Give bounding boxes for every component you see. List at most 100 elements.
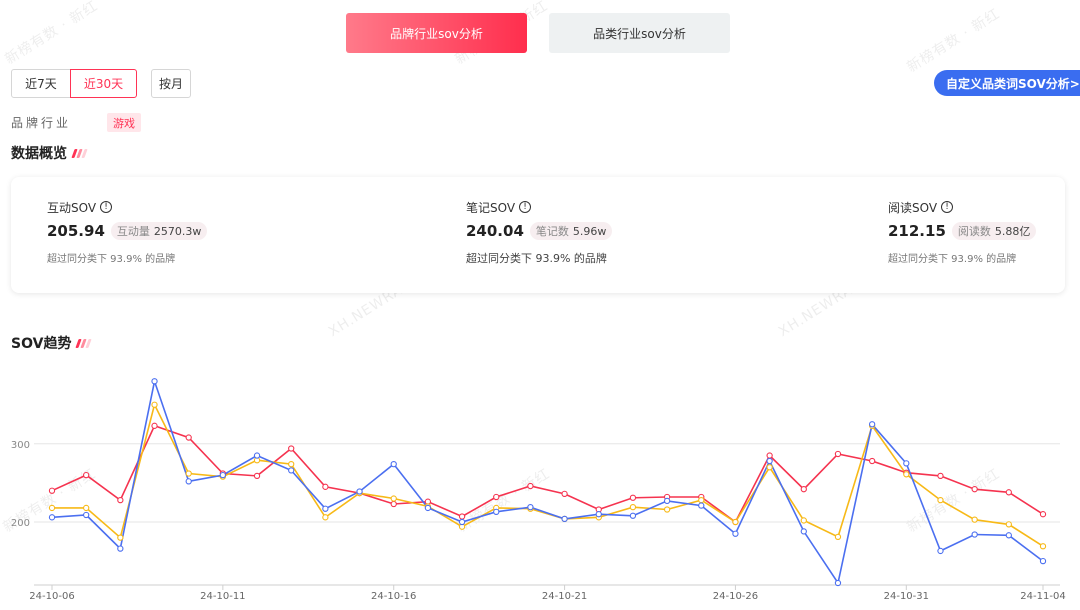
range-monthly-button[interactable]: 按月 — [151, 69, 191, 98]
range-30-days-button[interactable]: 近30天 — [70, 69, 137, 98]
data-point-series-1 — [458, 513, 466, 520]
title-decoration-icon — [75, 338, 93, 348]
data-point-series-3 — [800, 528, 807, 535]
data-point-series-1 — [48, 487, 56, 494]
data-point-series-3 — [834, 579, 842, 587]
data-point-series-3 — [185, 478, 192, 485]
metric-badge: 阅读数 5.88亿 — [951, 222, 1037, 240]
data-point-series-2 — [800, 517, 807, 524]
trend-title-text: SOV趋势 — [11, 336, 72, 352]
data-point-series-3 — [561, 515, 568, 523]
data-point-series-1 — [629, 494, 637, 501]
data-point-series-3 — [937, 547, 944, 555]
info-icon[interactable]: ! — [941, 201, 954, 213]
data-point-series-1 — [390, 500, 397, 508]
data-point-series-3 — [698, 502, 705, 509]
tab-category-industry-sov[interactable]: 品类行业sov分析 — [549, 13, 730, 53]
data-point-series-3 — [527, 504, 534, 511]
info-icon[interactable]: ! — [100, 201, 113, 213]
data-point-series-2 — [971, 516, 978, 523]
data-point-series-3 — [732, 530, 739, 537]
x-tick-label: 24-10-31 — [884, 591, 929, 602]
series-line-3 — [51, 378, 1044, 586]
badge-label: 阅读数 — [957, 225, 991, 238]
data-point-series-3 — [458, 518, 466, 526]
data-point-series-1 — [1039, 511, 1047, 518]
y-tick-label: 300 — [11, 440, 30, 451]
analysis-tabs: 品牌行业sov分析 品类行业sov分析 — [346, 13, 730, 53]
data-point-series-3 — [629, 512, 637, 519]
trend-section-title: SOV趋势 — [11, 333, 93, 353]
metric-badge: 互动量 2570.3w — [110, 222, 208, 240]
data-point-series-2 — [83, 504, 90, 512]
data-point-series-2 — [698, 496, 705, 504]
badge-value: 5.88亿 — [994, 225, 1031, 238]
metric-interaction-sov: 互动SOV ! 205.94 互动量 2570.3w 超过同分类下 93.9% … — [47, 199, 208, 265]
data-point-series-1 — [83, 471, 90, 479]
data-point-series-3 — [663, 497, 671, 505]
watermark: 新榜有数 · 新红 — [2, 0, 102, 68]
data-point-series-1 — [971, 486, 978, 493]
metric-badge: 笔记数 5.96w — [529, 222, 613, 240]
x-tick-label: 24-10-11 — [200, 591, 245, 602]
data-point-series-3 — [1039, 557, 1047, 565]
metric-notes-sov: 笔记SOV ! 240.04 笔记数 5.96w 超过同分类下 93.9% 的品… — [466, 199, 613, 266]
data-point-series-3 — [288, 467, 295, 474]
badge-value: 5.96w — [572, 224, 607, 238]
badge-value: 2570.3w — [153, 224, 202, 238]
metric-title: 笔记SOV — [466, 200, 516, 215]
data-point-series-1 — [185, 434, 192, 441]
data-point-series-1 — [834, 450, 842, 458]
data-point-series-3 — [219, 471, 227, 479]
metric-title: 阅读SOV — [888, 200, 938, 215]
info-icon[interactable]: ! — [519, 201, 532, 213]
data-point-series-2 — [151, 401, 158, 408]
overview-title-text: 数据概览 — [11, 146, 67, 162]
data-point-series-1 — [868, 457, 876, 465]
data-point-series-3 — [390, 460, 397, 468]
data-point-series-2 — [390, 495, 397, 502]
data-point-series-3 — [253, 452, 261, 459]
data-point-series-3 — [356, 488, 363, 495]
data-point-series-1 — [288, 445, 295, 452]
overview-section-title: 数据概览 — [11, 143, 88, 163]
data-point-series-3 — [83, 511, 90, 519]
metric-footnote: 超过同分类下 93.9% 的品牌 — [888, 254, 1017, 265]
x-tick-label: 24-10-06 — [29, 591, 74, 602]
data-point-series-1 — [322, 483, 329, 490]
metric-footnote: 超过同分类下 93.9% 的品牌 — [47, 254, 176, 265]
industry-label: 品牌行业 — [11, 116, 72, 130]
tab-brand-industry-sov[interactable]: 品牌行业sov分析 — [346, 13, 527, 53]
sov-trend-chart[interactable]: 200 300 24-10-06 24-10-11 24-10-16 24-10-21 24… — [0, 355, 1080, 610]
metric-value: 240.04 — [466, 222, 524, 240]
data-point-series-3 — [48, 514, 56, 521]
series-line-2 — [52, 402, 1044, 547]
data-point-series-1 — [561, 490, 568, 498]
data-point-series-2 — [629, 504, 637, 511]
x-tick-label: 24-10-16 — [371, 591, 416, 602]
data-point-series-1 — [253, 472, 261, 480]
watermark: 新榜有数 · 新红 — [904, 5, 1004, 76]
data-point-series-2 — [48, 504, 56, 512]
data-point-series-3 — [322, 505, 329, 512]
range-7-days-button[interactable]: 近7天 — [11, 69, 71, 98]
data-point-series-2 — [663, 506, 671, 513]
overview-card: 互动SOV ! 205.94 互动量 2570.3w 超过同分类下 93.9% … — [11, 177, 1065, 293]
data-point-series-1 — [151, 422, 158, 429]
metric-value: 212.15 — [888, 222, 946, 240]
custom-category-sov-button[interactable]: 自定义品类词SOV分析> — [934, 70, 1080, 96]
data-point-series-2 — [322, 514, 329, 521]
data-point-series-1 — [800, 486, 807, 493]
data-point-series-2 — [288, 460, 295, 468]
x-tick-label: 24-10-21 — [542, 591, 587, 602]
metric-reading-sov: 阅读SOV ! 212.15 阅读数 5.88亿 超过同分类下 93.9% 的品… — [888, 199, 1037, 265]
data-point-series-3 — [493, 508, 500, 515]
data-point-series-1 — [527, 482, 534, 490]
data-point-series-3 — [595, 511, 602, 518]
badge-label: 互动量 — [116, 225, 150, 238]
data-point-series-2 — [834, 533, 842, 541]
data-point-series-1 — [1005, 489, 1012, 496]
data-point-series-3 — [151, 378, 158, 385]
data-point-series-3 — [971, 531, 978, 538]
industry-tag[interactable]: 游戏 — [107, 113, 141, 132]
